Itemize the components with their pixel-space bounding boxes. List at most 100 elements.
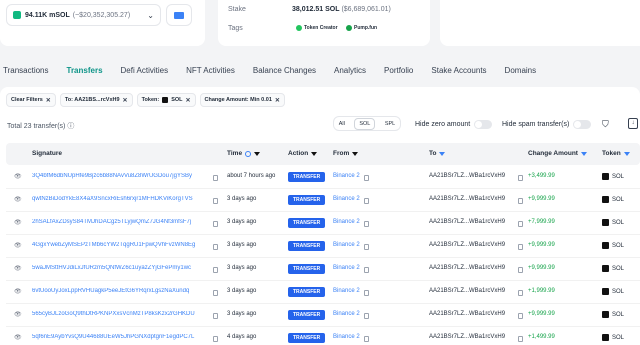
tab-nft-activities[interactable]: NFT Activities xyxy=(186,66,235,75)
col-change-amount[interactable]: Change Amount xyxy=(528,150,587,157)
view-icon[interactable]: 👁 xyxy=(14,265,22,272)
to-address[interactable]: AA21BSr7LZ...WBa1rcVxH9 xyxy=(429,288,505,294)
clear-filters-chip[interactable]: Clear Filters ✕ xyxy=(6,93,56,107)
copy-icon[interactable] xyxy=(364,198,369,204)
from-link[interactable]: Binance 2 xyxy=(333,265,360,271)
view-icon[interactable]: 👁 xyxy=(14,196,22,203)
col-action[interactable]: Action xyxy=(288,150,318,157)
copy-icon[interactable] xyxy=(364,221,369,227)
copy-icon[interactable] xyxy=(364,290,369,296)
copy-icon[interactable] xyxy=(213,336,218,342)
to-address[interactable]: AA21BSr7LZ...WBa1rcVxH9 xyxy=(429,196,505,202)
copy-icon[interactable] xyxy=(518,267,523,273)
signature-link[interactable]: 2hSALfAxZDsyS84TMJhDACgz5TLyjwQmZ7JG4Nf3… xyxy=(32,219,208,225)
copy-icon[interactable] xyxy=(213,313,218,319)
copy-icon[interactable] xyxy=(213,198,218,204)
token-cell[interactable]: SOL xyxy=(602,311,624,318)
token-cell[interactable]: SOL xyxy=(602,334,624,341)
from-link[interactable]: Binance 2 xyxy=(333,173,360,179)
wallet-button[interactable] xyxy=(166,4,192,26)
col-time[interactable]: Time xyxy=(227,150,261,157)
filter-funnel-icon[interactable] xyxy=(254,151,261,156)
tab-portfolio[interactable]: Portfolio xyxy=(384,66,413,75)
filter-icon[interactable]: ⛉ xyxy=(602,119,609,130)
from-link[interactable]: Binance 2 xyxy=(333,242,360,248)
to-address[interactable]: AA21BSr7LZ...WBa1rcVxH9 xyxy=(429,173,505,179)
segment-all[interactable]: All xyxy=(339,121,345,127)
token-balance-dropdown[interactable]: 94.11K mSOL (~$20,352,305.27) ⌄ xyxy=(6,4,161,26)
segment-spl[interactable]: SPL xyxy=(385,121,395,127)
from-link[interactable]: Binance 2 xyxy=(333,334,360,340)
copy-icon[interactable] xyxy=(213,221,218,227)
filter-funnel-icon[interactable] xyxy=(311,151,318,156)
close-icon[interactable]: ✕ xyxy=(275,97,280,104)
to-address[interactable]: AA21BSr7LZ...WBa1rcVxH9 xyxy=(429,265,505,271)
tab-defi-activities[interactable]: Defi Activities xyxy=(121,66,169,75)
token-filter-chip[interactable]: Token: SOL ✕ xyxy=(136,93,196,107)
tab-stake-accounts[interactable]: Stake Accounts xyxy=(431,66,486,75)
to-address[interactable]: AA21BSr7LZ...WBa1rcVxH9 xyxy=(429,242,505,248)
copy-icon[interactable] xyxy=(364,313,369,319)
tab-transactions[interactable]: Transactions xyxy=(3,66,49,75)
from-link[interactable]: Binance 2 xyxy=(333,219,360,225)
to-filter-chip[interactable]: To: AA21BS...rcVxH9 ✕ xyxy=(59,93,133,107)
tab-domains[interactable]: Domains xyxy=(505,66,537,75)
token-cell[interactable]: SOL xyxy=(602,196,624,203)
copy-icon[interactable] xyxy=(518,244,523,250)
copy-icon[interactable] xyxy=(518,336,523,342)
filter-funnel-icon[interactable] xyxy=(623,151,630,156)
hide-spam-switch[interactable] xyxy=(573,120,592,129)
token-cell[interactable]: SOL xyxy=(602,265,624,272)
token-cell[interactable]: SOL xyxy=(602,173,624,180)
copy-icon[interactable] xyxy=(518,290,523,296)
from-link[interactable]: Binance 2 xyxy=(333,196,360,202)
to-address[interactable]: AA21BSr7LZ...WBa1rcVxH9 xyxy=(429,219,505,225)
copy-icon[interactable] xyxy=(518,313,523,319)
change-amount-filter-chip[interactable]: Change Amount: Min 0.01 ✕ xyxy=(199,93,285,107)
filter-funnel-icon[interactable] xyxy=(352,151,359,156)
copy-icon[interactable] xyxy=(213,244,218,250)
tab-analytics[interactable]: Analytics xyxy=(334,66,366,75)
tab-transfers[interactable]: Transfers xyxy=(67,66,103,75)
hide-zero-switch[interactable] xyxy=(474,120,493,129)
view-icon[interactable]: 👁 xyxy=(14,219,22,226)
signature-link[interactable]: 565cyBJLzoGoQ9thDtRPKNPXxsVcnMzTP8ksKzx2… xyxy=(32,311,208,317)
copy-icon[interactable] xyxy=(213,290,218,296)
copy-icon[interactable] xyxy=(213,175,218,181)
tab-balance-changes[interactable]: Balance Changes xyxy=(253,66,316,75)
view-icon[interactable]: 👁 xyxy=(14,334,22,341)
copy-icon[interactable] xyxy=(518,198,523,204)
close-icon[interactable]: ✕ xyxy=(186,97,191,104)
signature-link[interactable]: 6vtUooUyJoxLppRVHUagkP5eeJEtG6YRqrxLgszN… xyxy=(32,288,208,294)
from-link[interactable]: Binance 2 xyxy=(333,288,360,294)
clock-icon[interactable] xyxy=(245,150,252,157)
copy-icon[interactable] xyxy=(518,221,523,227)
copy-icon[interactable] xyxy=(518,175,523,181)
view-icon[interactable]: 👁 xyxy=(14,311,22,318)
signature-link[interactable]: 5qf6nE9AybYvsQ9U44688UEeW5JhPGNXdptgnF1e… xyxy=(32,334,208,340)
tag-pump-fun[interactable]: Pump.fun xyxy=(346,25,377,31)
tag-token-creator[interactable]: Token Creator xyxy=(296,25,338,31)
filter-funnel-icon[interactable] xyxy=(580,151,587,156)
to-address[interactable]: AA21BSr7LZ...WBa1rcVxH9 xyxy=(429,334,505,340)
view-icon[interactable]: 👁 xyxy=(14,242,22,249)
token-cell[interactable]: SOL xyxy=(602,219,624,226)
copy-icon[interactable] xyxy=(213,267,218,273)
signature-link[interactable]: 5waJMSttHVJdiLxJfURzm5QNfWZ6c1uyazZYjGFe… xyxy=(32,265,208,271)
col-token[interactable]: Token xyxy=(602,150,630,157)
signature-link[interactable]: qwtNzBiDodYkE8X4aX9SncxRiEsh6rxjr1MFHDKV… xyxy=(32,196,208,202)
copy-icon[interactable] xyxy=(364,175,369,181)
col-to[interactable]: To xyxy=(429,150,446,157)
token-cell[interactable]: SOL xyxy=(602,242,624,249)
signature-link[interactable]: 4GgxYwebZyMSEPzTMb6cYW2TqgRU1FpwQVhFvzWN… xyxy=(32,242,208,248)
token-cell[interactable]: SOL xyxy=(602,288,624,295)
close-icon[interactable]: ✕ xyxy=(123,97,128,104)
from-link[interactable]: Binance 2 xyxy=(333,311,360,317)
copy-icon[interactable] xyxy=(364,244,369,250)
export-icon[interactable]: ↓ xyxy=(628,118,638,129)
close-icon[interactable]: ✕ xyxy=(46,97,51,104)
to-address[interactable]: AA21BSr7LZ...WBa1rcVxH9 xyxy=(429,311,505,317)
col-from[interactable]: From xyxy=(333,150,359,157)
copy-icon[interactable] xyxy=(364,336,369,342)
segment-sol[interactable]: SOL xyxy=(354,117,376,130)
